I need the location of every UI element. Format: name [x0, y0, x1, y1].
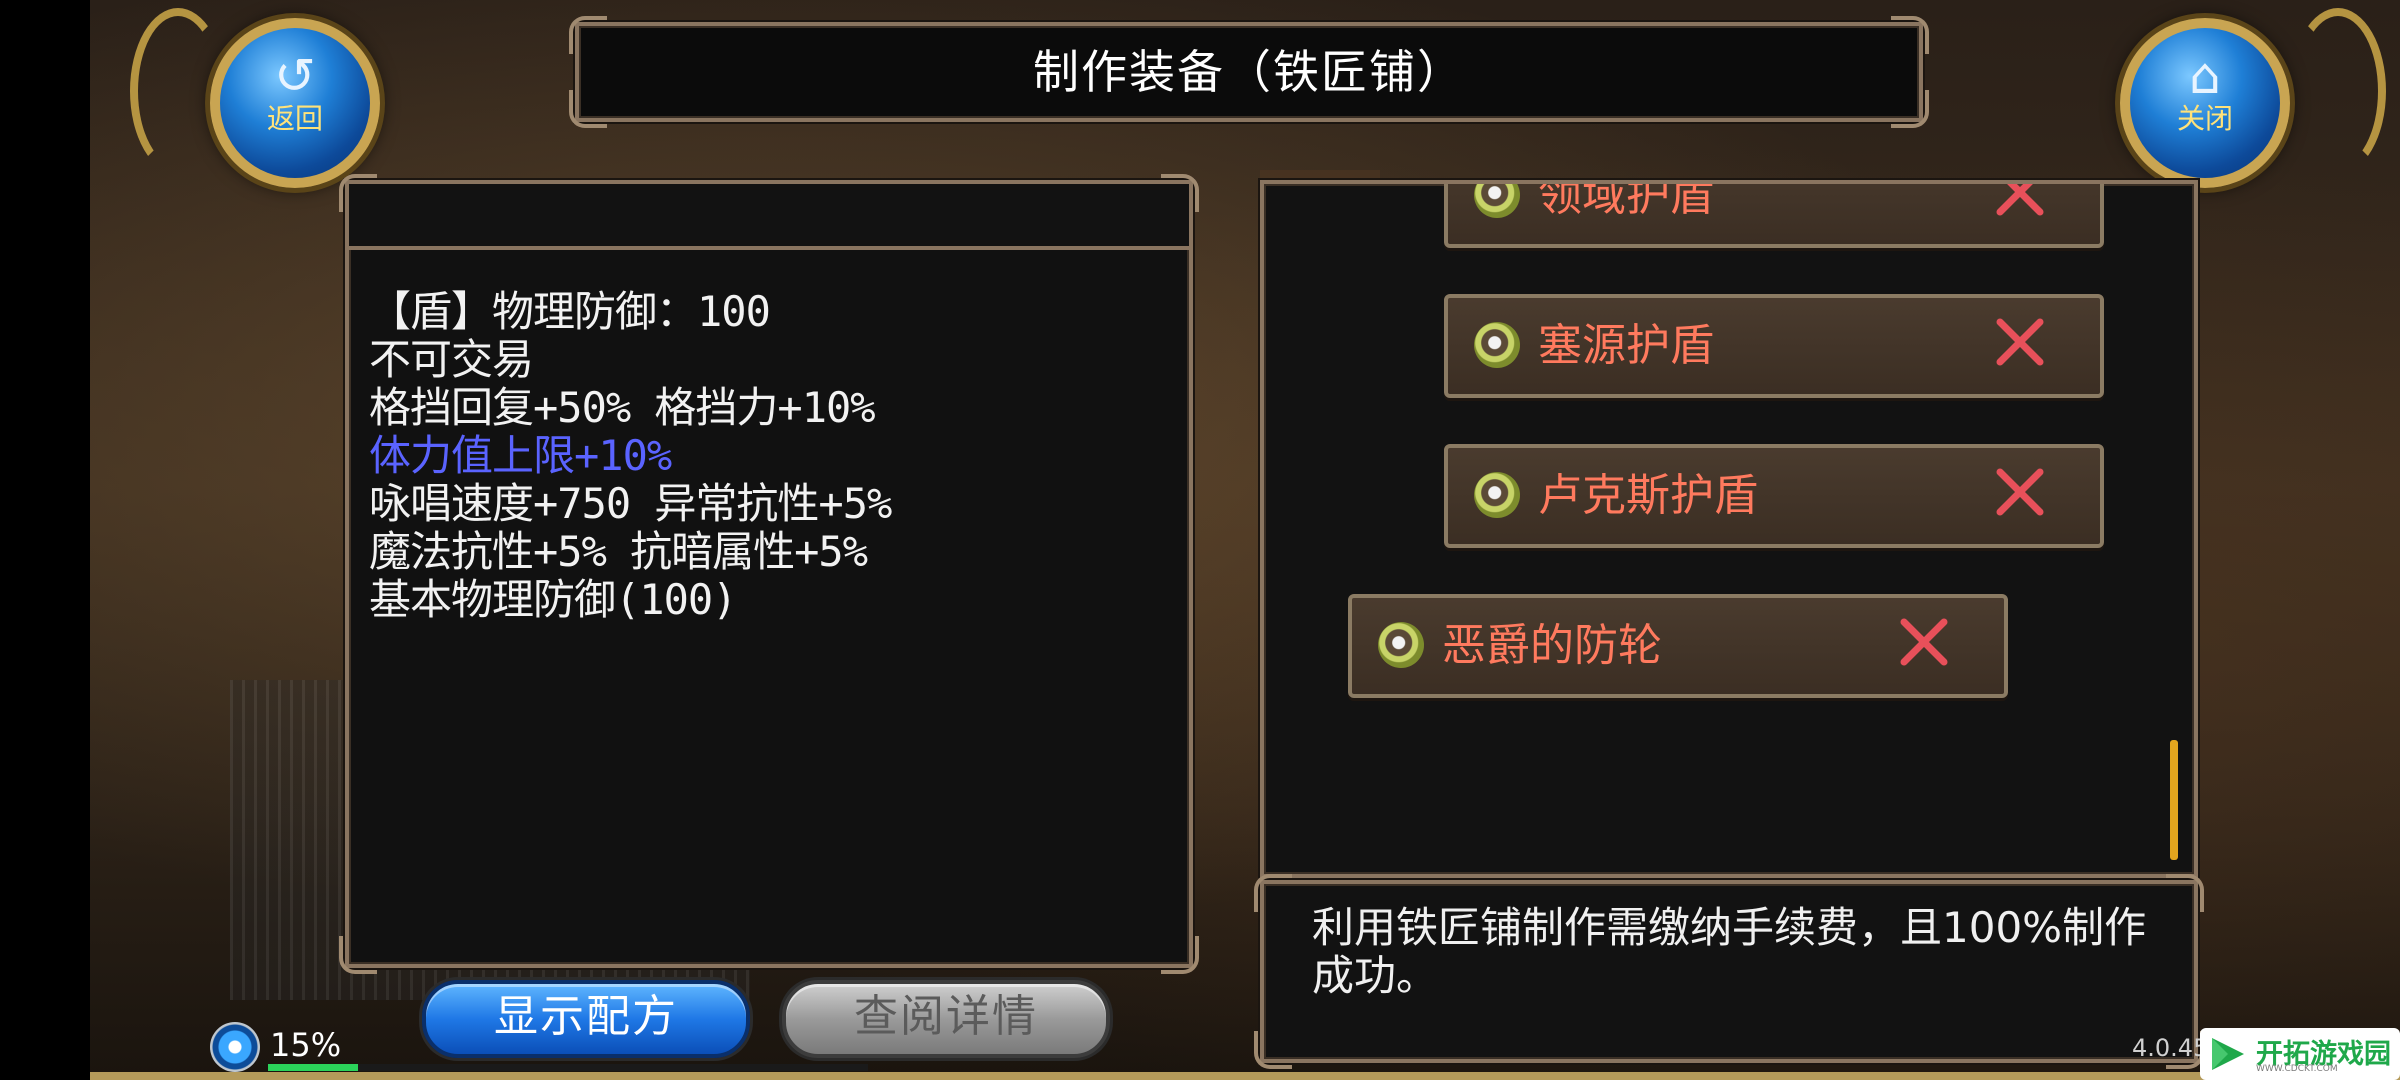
corner-ornament [2166, 874, 2204, 912]
close-button[interactable]: ⌂ 关闭 [2120, 18, 2290, 188]
item-stat-line: 魔法抗性+5% 抗暗属性+5% [369, 527, 868, 576]
item-stat-line: 咏唱速度+750 异常抗性+5% [369, 479, 892, 528]
close-button-label: 关闭 [2176, 102, 2233, 135]
progress-percent-label: 15% [270, 1026, 342, 1064]
recipe-item-label: 恶爵的防轮 [1442, 620, 1662, 671]
recipe-list-item-selected[interactable]: 恶爵的防轮 [1348, 594, 2008, 698]
version-label: 4.0.45 [2132, 1034, 2209, 1062]
shield-item-icon [1474, 184, 1520, 218]
recipe-list-panel[interactable]: 领域护盾 塞源护盾 卢克斯护盾 恶爵的防轮 [1260, 180, 2198, 878]
recipe-list-item[interactable]: 领域护盾 [1444, 180, 2104, 248]
progress-bar-fill [268, 1064, 358, 1071]
corner-ornament [1264, 184, 1292, 212]
item-detail-panel: 【盾】物理防御：100 不可交易 格挡回复+50% 格挡力+10% 体力值上限+… [339, 174, 1199, 974]
recipe-item-label: 塞源护盾 [1538, 320, 1714, 371]
shield-item-icon [1378, 622, 1424, 668]
home-icon: ⌂ [2189, 47, 2221, 105]
item-stat-line: 不可交易 [369, 335, 534, 384]
item-stat-line: 格挡回复+50% 格挡力+10% [369, 383, 876, 432]
recipe-list-item[interactable]: 卢克斯护盾 [1444, 444, 2104, 548]
info-panel: 利用铁匠铺制作需缴纳手续费，且100%制作成功。 [1254, 874, 2204, 1069]
shield-item-icon [1474, 322, 1520, 368]
corner-ornament [1254, 1031, 1292, 1069]
play-triangle-icon [2212, 1038, 2244, 1070]
back-button[interactable]: ↺ 返回 [210, 18, 380, 188]
progress-bar [268, 1064, 868, 1071]
recipe-item-label: 领域护盾 [1538, 180, 1714, 221]
corner-ornament [339, 936, 377, 974]
bottom-border-strip [90, 1072, 2400, 1080]
close-button-frame-ornament [2290, 8, 2386, 174]
red-x-icon [1996, 184, 2044, 216]
item-stat-line-highlight: 体力值上限+10% [369, 431, 672, 480]
red-x-icon [1996, 468, 2044, 516]
show-recipe-button[interactable]: 显示配方 [422, 980, 750, 1058]
red-x-icon [1996, 318, 2044, 366]
recipe-list-scrollbar[interactable] [2170, 740, 2178, 860]
red-x-icon [1900, 618, 1948, 666]
return-arrow-icon: ↺ [274, 47, 316, 105]
item-description: 【盾】物理防御：100 不可交易 格挡回复+50% 格挡力+10% 体力值上限+… [369, 287, 892, 624]
watermark-logo: 开拓游戏园 WWW.CDCKT.COM [2200, 1028, 2400, 1080]
experience-orb-icon [210, 1022, 260, 1072]
corner-ornament [1254, 874, 1292, 912]
watermark-url: WWW.CDCKT.COM [2256, 1064, 2338, 1074]
recipe-list-item[interactable]: 塞源护盾 [1444, 294, 2104, 398]
recipe-item-label: 卢克斯护盾 [1538, 470, 1758, 521]
item-stat-line: 【盾】物理防御：100 [369, 287, 771, 336]
corner-ornament [2166, 184, 2194, 212]
title-bar: 制作装备（铁匠铺） [569, 16, 1929, 128]
shield-item-icon [1474, 472, 1520, 518]
view-details-button[interactable]: 查阅详情 [782, 980, 1110, 1058]
item-detail-header [349, 184, 1189, 250]
corner-ornament [1161, 936, 1199, 974]
page-title: 制作装备（铁匠铺） [1033, 45, 1465, 99]
info-text: 利用铁匠铺制作需缴纳手续费，且100%制作成功。 [1312, 903, 2147, 1000]
back-button-label: 返回 [266, 102, 323, 135]
item-stat-line: 基本物理防御(100) [369, 575, 737, 624]
